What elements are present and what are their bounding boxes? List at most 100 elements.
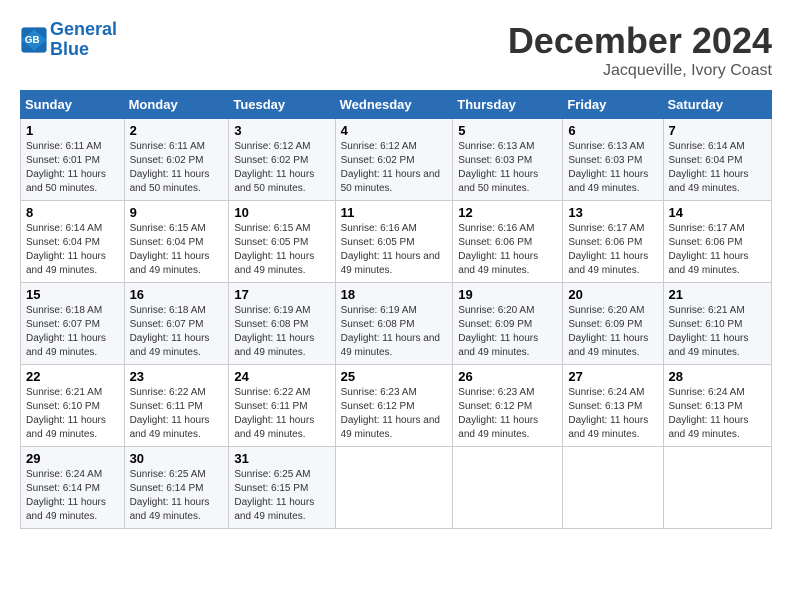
page-header: GB General Blue December 2024 Jacquevill…	[20, 20, 772, 80]
day-cell: 29 Sunrise: 6:24 AMSunset: 6:14 PMDayligh…	[21, 447, 125, 529]
day-cell	[335, 447, 453, 529]
day-info: Sunrise: 6:23 AMSunset: 6:12 PMDaylight:…	[458, 386, 557, 442]
day-cell: 12Sunrise: 6:16 AMSunset: 6:06 PMDayligh…	[453, 201, 563, 283]
day-cell: 19 Sunrise: 6:20 AMSunset: 6:09 PMDayligh…	[453, 283, 563, 365]
day-number: 30	[130, 451, 224, 466]
calendar-table: SundayMondayTuesdayWednesdayThursdayFrid…	[20, 90, 772, 529]
logo-line2: Blue	[50, 39, 89, 59]
day-cell	[663, 447, 772, 529]
day-info: Sunrise: 6:15 AMSunset: 6:04 PMDaylight:…	[130, 222, 224, 278]
header-row: SundayMondayTuesdayWednesdayThursdayFrid…	[21, 91, 772, 119]
day-cell: 6Sunrise: 6:13 AMSunset: 6:03 PMDaylight…	[563, 119, 663, 201]
day-cell: 24 Sunrise: 6:22 AMSunset: 6:11 PMDayligh…	[229, 365, 335, 447]
day-cell: 5Sunrise: 6:13 AMSunset: 6:03 PMDaylight…	[453, 119, 563, 201]
day-cell: 3 Sunrise: 6:12 AMSunset: 6:02 PMDaylight…	[229, 119, 335, 201]
day-info: Sunrise: 6:20 AMSunset: 6:09 PMDaylight:…	[458, 304, 557, 360]
day-info: Sunrise: 6:25 AMSunset: 6:14 PMDaylight:…	[130, 468, 224, 524]
day-number: 2	[130, 123, 224, 138]
day-number: 23	[130, 369, 224, 384]
col-header-saturday: Saturday	[663, 91, 772, 119]
day-cell: 21Sunrise: 6:21 AMSunset: 6:10 PMDayligh…	[663, 283, 772, 365]
day-cell: 30 Sunrise: 6:25 AMSunset: 6:14 PMDayligh…	[124, 447, 229, 529]
day-info: Sunrise: 6:18 AMSunset: 6:07 PMDaylight:…	[130, 304, 224, 360]
day-info: Sunrise: 6:14 AMSunset: 6:04 PMDaylight:…	[669, 140, 767, 196]
day-cell: 16 Sunrise: 6:18 AMSunset: 6:07 PMDayligh…	[124, 283, 229, 365]
logo-icon: GB	[20, 26, 48, 54]
logo: GB General Blue	[20, 20, 117, 60]
day-number: 19	[458, 287, 557, 302]
day-cell: 7 Sunrise: 6:14 AMSunset: 6:04 PMDaylight…	[663, 119, 772, 201]
day-number: 29	[26, 451, 119, 466]
day-cell: 9 Sunrise: 6:15 AMSunset: 6:04 PMDaylight…	[124, 201, 229, 283]
day-cell: 25 Sunrise: 6:23 AMSunset: 6:12 PMDayligh…	[335, 365, 453, 447]
day-number: 1	[26, 123, 119, 138]
week-row-2: 8 Sunrise: 6:14 AMSunset: 6:04 PMDaylight…	[21, 201, 772, 283]
day-cell: 8 Sunrise: 6:14 AMSunset: 6:04 PMDaylight…	[21, 201, 125, 283]
day-cell: 26 Sunrise: 6:23 AMSunset: 6:12 PMDayligh…	[453, 365, 563, 447]
day-info: Sunrise: 6:22 AMSunset: 6:11 PMDaylight:…	[234, 386, 329, 442]
day-cell: 22 Sunrise: 6:21 AMSunset: 6:10 PMDayligh…	[21, 365, 125, 447]
day-info: Sunrise: 6:15 AMSunset: 6:05 PMDaylight:…	[234, 222, 329, 278]
col-header-thursday: Thursday	[453, 91, 563, 119]
day-number: 22	[26, 369, 119, 384]
day-cell: 4 Sunrise: 6:12 AMSunset: 6:02 PMDaylight…	[335, 119, 453, 201]
week-row-3: 15Sunrise: 6:18 AMSunset: 6:07 PMDayligh…	[21, 283, 772, 365]
day-cell: 15Sunrise: 6:18 AMSunset: 6:07 PMDayligh…	[21, 283, 125, 365]
day-number: 12	[458, 205, 557, 220]
col-header-friday: Friday	[563, 91, 663, 119]
day-info: Sunrise: 6:20 AMSunset: 6:09 PMDaylight:…	[568, 304, 657, 360]
svg-text:GB: GB	[25, 35, 40, 46]
day-number: 3	[234, 123, 329, 138]
day-number: 9	[130, 205, 224, 220]
day-info: Sunrise: 6:24 AMSunset: 6:14 PMDaylight:…	[26, 468, 119, 524]
day-cell	[563, 447, 663, 529]
day-number: 10	[234, 205, 329, 220]
col-header-wednesday: Wednesday	[335, 91, 453, 119]
day-number: 14	[669, 205, 767, 220]
day-number: 28	[669, 369, 767, 384]
day-number: 4	[341, 123, 448, 138]
day-info: Sunrise: 6:24 AMSunset: 6:13 PMDaylight:…	[568, 386, 657, 442]
day-info: Sunrise: 6:11 AMSunset: 6:02 PMDaylight:…	[130, 140, 224, 196]
day-cell: 27 Sunrise: 6:24 AMSunset: 6:13 PMDayligh…	[563, 365, 663, 447]
day-cell: 17Sunrise: 6:19 AMSunset: 6:08 PMDayligh…	[229, 283, 335, 365]
day-info: Sunrise: 6:11 AMSunset: 6:01 PMDaylight:…	[26, 140, 119, 196]
day-info: Sunrise: 6:14 AMSunset: 6:04 PMDaylight:…	[26, 222, 119, 278]
day-cell: 31Sunrise: 6:25 AMSunset: 6:15 PMDayligh…	[229, 447, 335, 529]
day-number: 21	[669, 287, 767, 302]
day-cell: 11Sunrise: 6:16 AMSunset: 6:05 PMDayligh…	[335, 201, 453, 283]
day-number: 16	[130, 287, 224, 302]
day-cell: 13Sunrise: 6:17 AMSunset: 6:06 PMDayligh…	[563, 201, 663, 283]
day-info: Sunrise: 6:19 AMSunset: 6:08 PMDaylight:…	[234, 304, 329, 360]
day-info: Sunrise: 6:12 AMSunset: 6:02 PMDaylight:…	[341, 140, 448, 196]
day-cell	[453, 447, 563, 529]
day-info: Sunrise: 6:21 AMSunset: 6:10 PMDaylight:…	[26, 386, 119, 442]
day-info: Sunrise: 6:24 AMSunset: 6:13 PMDaylight:…	[669, 386, 767, 442]
day-number: 8	[26, 205, 119, 220]
day-info: Sunrise: 6:13 AMSunset: 6:03 PMDaylight:…	[568, 140, 657, 196]
day-number: 13	[568, 205, 657, 220]
month-title: December 2024	[508, 20, 772, 62]
day-info: Sunrise: 6:12 AMSunset: 6:02 PMDaylight:…	[234, 140, 329, 196]
day-number: 27	[568, 369, 657, 384]
day-info: Sunrise: 6:13 AMSunset: 6:03 PMDaylight:…	[458, 140, 557, 196]
day-info: Sunrise: 6:23 AMSunset: 6:12 PMDaylight:…	[341, 386, 448, 442]
day-cell: 23Sunrise: 6:22 AMSunset: 6:11 PMDayligh…	[124, 365, 229, 447]
day-number: 25	[341, 369, 448, 384]
day-number: 24	[234, 369, 329, 384]
day-info: Sunrise: 6:18 AMSunset: 6:07 PMDaylight:…	[26, 304, 119, 360]
day-number: 26	[458, 369, 557, 384]
day-info: Sunrise: 6:19 AMSunset: 6:08 PMDaylight:…	[341, 304, 448, 360]
day-number: 7	[669, 123, 767, 138]
day-number: 18	[341, 287, 448, 302]
day-info: Sunrise: 6:17 AMSunset: 6:06 PMDaylight:…	[669, 222, 767, 278]
day-number: 11	[341, 205, 448, 220]
week-row-5: 29 Sunrise: 6:24 AMSunset: 6:14 PMDayligh…	[21, 447, 772, 529]
location: Jacqueville, Ivory Coast	[508, 62, 772, 80]
logo-line1: General	[50, 19, 117, 39]
day-cell: 2 Sunrise: 6:11 AMSunset: 6:02 PMDaylight…	[124, 119, 229, 201]
day-number: 31	[234, 451, 329, 466]
title-block: December 2024 Jacqueville, Ivory Coast	[508, 20, 772, 80]
day-cell: 18 Sunrise: 6:19 AMSunset: 6:08 PMDayligh…	[335, 283, 453, 365]
day-cell: 1 Sunrise: 6:11 AMSunset: 6:01 PMDaylight…	[21, 119, 125, 201]
